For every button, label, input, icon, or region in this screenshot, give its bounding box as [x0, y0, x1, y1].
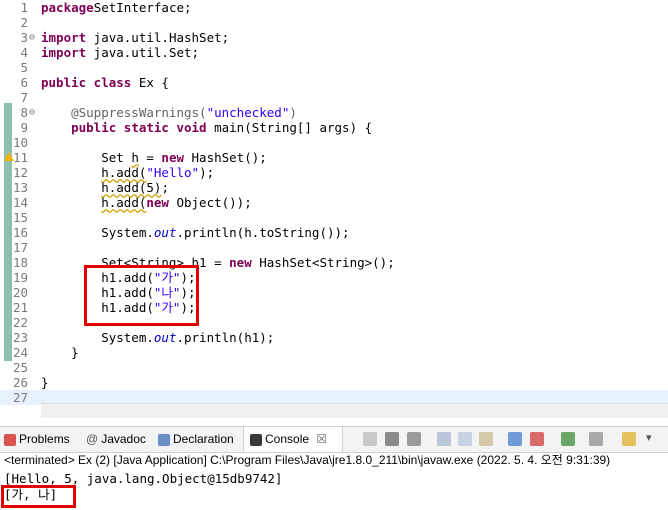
- display-selected-console-icon[interactable]: [589, 432, 603, 446]
- code-line[interactable]: 24 }: [0, 345, 668, 360]
- line-number: 26: [12, 375, 28, 390]
- pin-console-icon[interactable]: [561, 432, 575, 446]
- line-number: 23: [12, 330, 28, 345]
- line-number: 9: [20, 120, 28, 135]
- problems-icon: [4, 433, 16, 446]
- line-number: 10: [12, 135, 28, 150]
- code-text: public static void main(String[] args) {: [71, 120, 373, 135]
- code-text: }: [41, 345, 79, 360]
- line-number: 18: [12, 255, 28, 270]
- code-line[interactable]: 25: [0, 360, 668, 375]
- terminate-icon[interactable]: [363, 432, 377, 446]
- fold-toggle-icon[interactable]: ⊖: [29, 30, 38, 45]
- code-line[interactable]: 10: [0, 135, 668, 150]
- code-text: System.out.println(h.toString());: [41, 225, 350, 240]
- code-line[interactable]: 15: [0, 210, 668, 225]
- line-number: 6: [20, 75, 28, 90]
- line-number: 7: [20, 90, 28, 105]
- tab-problems-label: Problems: [19, 432, 70, 446]
- tab-problems[interactable]: Problems: [4, 427, 70, 452]
- code-text: System.out.println(h1);: [41, 330, 275, 345]
- line-number: 22: [12, 315, 28, 330]
- scroll-lock-icon[interactable]: [458, 432, 472, 446]
- line-number: 24: [12, 345, 28, 360]
- code-line[interactable]: 14 h.add(new Object());: [0, 195, 668, 210]
- code-line[interactable]: 4 import java.util.Set;: [0, 45, 668, 60]
- word-wrap-icon[interactable]: [479, 432, 493, 446]
- code-text: @SuppressWarnings("unchecked"): [41, 105, 297, 120]
- console-icon: [250, 433, 262, 446]
- code-line[interactable]: 9 public static void main(String[] args)…: [0, 120, 668, 135]
- show-console-on-stdout-icon[interactable]: [508, 432, 522, 446]
- line-number: 1: [20, 0, 28, 15]
- tab-console-label: Console: [265, 432, 310, 446]
- code-text: h.add(new Object());: [101, 195, 252, 210]
- code-text: import java.util.Set;: [41, 45, 200, 60]
- code-line[interactable]: 8 ⊖ @SuppressWarnings("unchecked"): [0, 105, 668, 120]
- line-number: 12: [12, 165, 28, 180]
- code-text: Set h = new HashSet();: [41, 150, 267, 165]
- code-text: }: [41, 375, 49, 390]
- fold-toggle-icon[interactable]: ⊖: [29, 105, 38, 120]
- line-number: 19: [12, 270, 28, 285]
- clear-console-icon[interactable]: [437, 432, 451, 446]
- code-line[interactable]: 11 Set h = new HashSet();: [0, 150, 668, 165]
- line-number: 16: [12, 225, 28, 240]
- code-text: public class Ex {: [41, 75, 169, 90]
- code-text: packageSetInterface;: [41, 0, 192, 15]
- code-text: h.add(5);: [101, 180, 169, 195]
- highlight-box-output: [1, 485, 76, 508]
- line-number: 27: [12, 390, 28, 405]
- line-number: 13: [12, 180, 28, 195]
- tab-javadoc-label: Javadoc: [101, 432, 146, 446]
- show-console-on-stderr-icon[interactable]: [530, 432, 544, 446]
- tab-javadoc[interactable]: @ Javadoc: [86, 427, 146, 452]
- line-number: 3: [20, 30, 28, 45]
- code-line[interactable]: 5: [0, 60, 668, 75]
- code-line[interactable]: 26}: [0, 375, 668, 390]
- line-number: 20: [12, 285, 28, 300]
- view-menu-icon[interactable]: ▾: [646, 431, 652, 444]
- highlight-box-h1-add: [84, 265, 199, 326]
- tab-console[interactable]: Console ☒: [243, 427, 343, 452]
- close-icon[interactable]: ☒: [316, 432, 327, 446]
- code-line[interactable]: 17: [0, 240, 668, 255]
- code-line[interactable]: 2: [0, 15, 668, 30]
- code-text: import java.util.HashSet;: [41, 30, 230, 45]
- line-number: 17: [12, 240, 28, 255]
- warning-icon[interactable]: [4, 152, 14, 161]
- line-number: 5: [20, 60, 28, 75]
- line-number: 21: [12, 300, 28, 315]
- remove-launch-icon[interactable]: [385, 432, 399, 446]
- open-console-icon[interactable]: [622, 432, 636, 446]
- tab-declaration-label: Declaration: [173, 432, 234, 446]
- console-status: <terminated> Ex (2) [Java Application] C…: [4, 453, 611, 467]
- declaration-icon: [158, 433, 170, 446]
- code-line[interactable]: 13 h.add(5);: [0, 180, 668, 195]
- line-number: 25: [12, 360, 28, 375]
- code-line[interactable]: 7: [0, 90, 668, 105]
- horizontal-scrollbar[interactable]: [41, 403, 668, 418]
- code-line[interactable]: 1 packageSetInterface;: [0, 0, 668, 15]
- tab-declaration[interactable]: Declaration: [158, 427, 234, 452]
- line-number: 14: [12, 195, 28, 210]
- line-number: 8: [20, 105, 28, 120]
- line-number: 2: [20, 15, 28, 30]
- code-text: h.add("Hello");: [101, 165, 215, 180]
- code-editor[interactable]: 1 packageSetInterface; 2 3 ⊖ import java.util…: [0, 0, 668, 425]
- line-number: 4: [20, 45, 28, 60]
- code-line[interactable]: 23 System.out.println(h1);: [0, 330, 668, 345]
- code-line[interactable]: 12 h.add("Hello");: [0, 165, 668, 180]
- line-number: 15: [12, 210, 28, 225]
- code-line[interactable]: 3 ⊖ import java.util.HashSet;: [0, 30, 668, 45]
- at-sign-icon: @: [86, 432, 99, 446]
- view-tab-bar: Problems @ Javadoc Declaration Console ☒ …: [0, 426, 668, 453]
- remove-all-terminated-icon[interactable]: [407, 432, 421, 446]
- code-line[interactable]: 16 System.out.println(h.toString());: [0, 225, 668, 240]
- code-line[interactable]: 6 public class Ex {: [0, 75, 668, 90]
